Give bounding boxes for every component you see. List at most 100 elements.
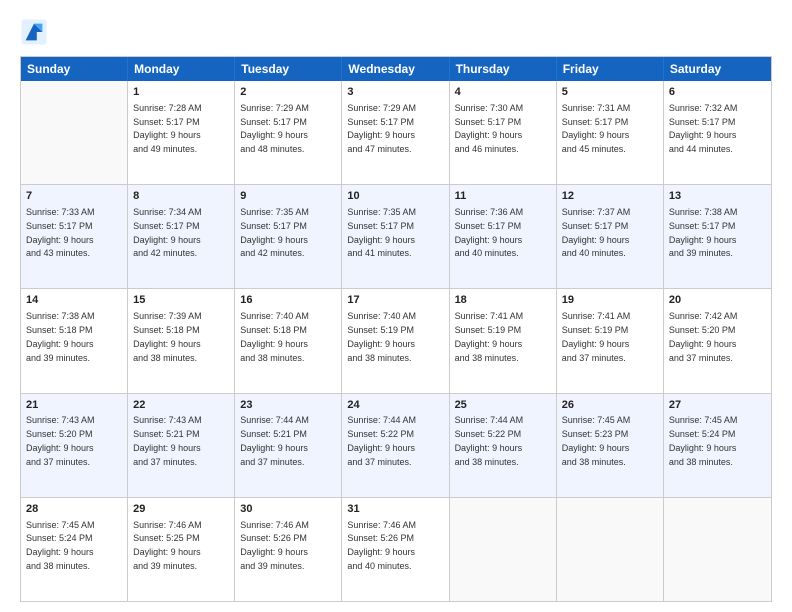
week-row-5: 28 Sunrise: 7:45 AMSunset: 5:24 PMDayligh… bbox=[21, 497, 771, 601]
cell-info: Sunrise: 7:44 AMSunset: 5:22 PMDaylight:… bbox=[347, 415, 416, 466]
day-number: 27 bbox=[669, 398, 766, 413]
logo-icon bbox=[20, 18, 48, 46]
day-cell-12: 12 Sunrise: 7:37 AMSunset: 5:17 PMDayligh… bbox=[557, 185, 664, 288]
day-number: 1 bbox=[133, 85, 229, 100]
cell-info: Sunrise: 7:34 AMSunset: 5:17 PMDaylight:… bbox=[133, 207, 202, 258]
day-number: 26 bbox=[562, 398, 658, 413]
cell-info: Sunrise: 7:46 AMSunset: 5:26 PMDaylight:… bbox=[347, 520, 416, 571]
day-number: 16 bbox=[240, 293, 336, 308]
cell-info: Sunrise: 7:44 AMSunset: 5:22 PMDaylight:… bbox=[455, 415, 524, 466]
day-cell-30: 30 Sunrise: 7:46 AMSunset: 5:26 PMDayligh… bbox=[235, 498, 342, 601]
day-header-tuesday: Tuesday bbox=[235, 57, 342, 81]
cell-info: Sunrise: 7:38 AMSunset: 5:18 PMDaylight:… bbox=[26, 311, 95, 362]
day-number: 25 bbox=[455, 398, 551, 413]
cell-info: Sunrise: 7:30 AMSunset: 5:17 PMDaylight:… bbox=[455, 103, 524, 154]
day-cell-8: 8Sunrise: 7:34 AMSunset: 5:17 PMDaylight… bbox=[128, 185, 235, 288]
day-number: 24 bbox=[347, 398, 443, 413]
day-cell-3: 3 Sunrise: 7:29 AMSunset: 5:17 PMDaylight… bbox=[342, 81, 449, 184]
calendar: SundayMondayTuesdayWednesdayThursdayFrid… bbox=[20, 56, 772, 602]
day-cell-4: 4 Sunrise: 7:30 AMSunset: 5:17 PMDaylight… bbox=[450, 81, 557, 184]
day-cell-9: 9 Sunrise: 7:35 AMSunset: 5:17 PMDaylight… bbox=[235, 185, 342, 288]
day-number: 29 bbox=[133, 502, 229, 517]
empty-cell bbox=[664, 498, 771, 601]
calendar-header: SundayMondayTuesdayWednesdayThursdayFrid… bbox=[21, 57, 771, 81]
day-cell-6: 6 Sunrise: 7:32 AMSunset: 5:17 PMDaylight… bbox=[664, 81, 771, 184]
day-number: 19 bbox=[562, 293, 658, 308]
day-cell-25: 25 Sunrise: 7:44 AMSunset: 5:22 PMDayligh… bbox=[450, 394, 557, 497]
day-cell-24: 24 Sunrise: 7:44 AMSunset: 5:22 PMDayligh… bbox=[342, 394, 449, 497]
day-cell-26: 26 Sunrise: 7:45 AMSunset: 5:23 PMDayligh… bbox=[557, 394, 664, 497]
cell-info: Sunrise: 7:29 AMSunset: 5:17 PMDaylight:… bbox=[240, 103, 309, 154]
header bbox=[20, 18, 772, 46]
cell-info: Sunrise: 7:41 AMSunset: 5:19 PMDaylight:… bbox=[455, 311, 524, 362]
cell-info: Sunrise: 7:45 AMSunset: 5:24 PMDaylight:… bbox=[669, 415, 738, 466]
day-header-thursday: Thursday bbox=[450, 57, 557, 81]
day-cell-20: 20 Sunrise: 7:42 AMSunset: 5:20 PMDayligh… bbox=[664, 289, 771, 392]
day-number: 2 bbox=[240, 85, 336, 100]
day-number: 6 bbox=[669, 85, 766, 100]
day-cell-14: 14 Sunrise: 7:38 AMSunset: 5:18 PMDayligh… bbox=[21, 289, 128, 392]
day-number: 7 bbox=[26, 189, 122, 204]
day-cell-10: 10 Sunrise: 7:35 AMSunset: 5:17 PMDayligh… bbox=[342, 185, 449, 288]
day-number: 14 bbox=[26, 293, 122, 308]
cell-info: Sunrise: 7:46 AMSunset: 5:25 PMDaylight:… bbox=[133, 520, 202, 571]
day-header-friday: Friday bbox=[557, 57, 664, 81]
day-header-wednesday: Wednesday bbox=[342, 57, 449, 81]
cell-info: Sunrise: 7:33 AMSunset: 5:17 PMDaylight:… bbox=[26, 207, 95, 258]
day-cell-7: 7 Sunrise: 7:33 AMSunset: 5:17 PMDaylight… bbox=[21, 185, 128, 288]
cell-info: Sunrise: 7:39 AMSunset: 5:18 PMDaylight:… bbox=[133, 311, 202, 362]
cell-info: Sunrise: 7:42 AMSunset: 5:20 PMDaylight:… bbox=[669, 311, 738, 362]
day-cell-31: 31Sunrise: 7:46 AMSunset: 5:26 PMDayligh… bbox=[342, 498, 449, 601]
week-row-2: 7 Sunrise: 7:33 AMSunset: 5:17 PMDaylight… bbox=[21, 184, 771, 288]
cell-info: Sunrise: 7:43 AMSunset: 5:21 PMDaylight:… bbox=[133, 415, 202, 466]
day-number: 10 bbox=[347, 189, 443, 204]
day-header-saturday: Saturday bbox=[664, 57, 771, 81]
week-row-1: 1 Sunrise: 7:28 AMSunset: 5:17 PMDaylight… bbox=[21, 81, 771, 184]
week-row-3: 14 Sunrise: 7:38 AMSunset: 5:18 PMDayligh… bbox=[21, 288, 771, 392]
day-cell-23: 23Sunrise: 7:44 AMSunset: 5:21 PMDayligh… bbox=[235, 394, 342, 497]
day-number: 20 bbox=[669, 293, 766, 308]
day-cell-5: 5 Sunrise: 7:31 AMSunset: 5:17 PMDaylight… bbox=[557, 81, 664, 184]
day-number: 9 bbox=[240, 189, 336, 204]
empty-cell bbox=[21, 81, 128, 184]
day-number: 15 bbox=[133, 293, 229, 308]
cell-info: Sunrise: 7:46 AMSunset: 5:26 PMDaylight:… bbox=[240, 520, 309, 571]
day-cell-29: 29 Sunrise: 7:46 AMSunset: 5:25 PMDayligh… bbox=[128, 498, 235, 601]
cell-info: Sunrise: 7:43 AMSunset: 5:20 PMDaylight:… bbox=[26, 415, 95, 466]
day-cell-11: 11Sunrise: 7:36 AMSunset: 5:17 PMDayligh… bbox=[450, 185, 557, 288]
day-cell-13: 13Sunrise: 7:38 AMSunset: 5:17 PMDayligh… bbox=[664, 185, 771, 288]
day-number: 4 bbox=[455, 85, 551, 100]
day-cell-17: 17Sunrise: 7:40 AMSunset: 5:19 PMDayligh… bbox=[342, 289, 449, 392]
day-cell-19: 19 Sunrise: 7:41 AMSunset: 5:19 PMDayligh… bbox=[557, 289, 664, 392]
cell-info: Sunrise: 7:28 AMSunset: 5:17 PMDaylight:… bbox=[133, 103, 202, 154]
day-number: 28 bbox=[26, 502, 122, 517]
cell-info: Sunrise: 7:45 AMSunset: 5:24 PMDaylight:… bbox=[26, 520, 95, 571]
empty-cell bbox=[557, 498, 664, 601]
cell-info: Sunrise: 7:37 AMSunset: 5:17 PMDaylight:… bbox=[562, 207, 631, 258]
calendar-body: 1 Sunrise: 7:28 AMSunset: 5:17 PMDaylight… bbox=[21, 81, 771, 601]
week-row-4: 21 Sunrise: 7:43 AMSunset: 5:20 PMDayligh… bbox=[21, 393, 771, 497]
day-number: 12 bbox=[562, 189, 658, 204]
empty-cell bbox=[450, 498, 557, 601]
cell-info: Sunrise: 7:32 AMSunset: 5:17 PMDaylight:… bbox=[669, 103, 738, 154]
day-cell-2: 2 Sunrise: 7:29 AMSunset: 5:17 PMDaylight… bbox=[235, 81, 342, 184]
day-cell-22: 22Sunrise: 7:43 AMSunset: 5:21 PMDayligh… bbox=[128, 394, 235, 497]
cell-info: Sunrise: 7:31 AMSunset: 5:17 PMDaylight:… bbox=[562, 103, 631, 154]
day-number: 17 bbox=[347, 293, 443, 308]
cell-info: Sunrise: 7:45 AMSunset: 5:23 PMDaylight:… bbox=[562, 415, 631, 466]
cell-info: Sunrise: 7:40 AMSunset: 5:18 PMDaylight:… bbox=[240, 311, 309, 362]
day-number: 3 bbox=[347, 85, 443, 100]
day-cell-21: 21 Sunrise: 7:43 AMSunset: 5:20 PMDayligh… bbox=[21, 394, 128, 497]
day-number: 30 bbox=[240, 502, 336, 517]
cell-info: Sunrise: 7:29 AMSunset: 5:17 PMDaylight:… bbox=[347, 103, 416, 154]
cell-info: Sunrise: 7:41 AMSunset: 5:19 PMDaylight:… bbox=[562, 311, 631, 362]
day-number: 5 bbox=[562, 85, 658, 100]
cell-info: Sunrise: 7:36 AMSunset: 5:17 PMDaylight:… bbox=[455, 207, 524, 258]
cell-info: Sunrise: 7:38 AMSunset: 5:17 PMDaylight:… bbox=[669, 207, 738, 258]
day-cell-16: 16 Sunrise: 7:40 AMSunset: 5:18 PMDayligh… bbox=[235, 289, 342, 392]
cell-info: Sunrise: 7:35 AMSunset: 5:17 PMDaylight:… bbox=[240, 207, 309, 258]
day-cell-28: 28 Sunrise: 7:45 AMSunset: 5:24 PMDayligh… bbox=[21, 498, 128, 601]
day-cell-18: 18Sunrise: 7:41 AMSunset: 5:19 PMDayligh… bbox=[450, 289, 557, 392]
day-number: 21 bbox=[26, 398, 122, 413]
cell-info: Sunrise: 7:35 AMSunset: 5:17 PMDaylight:… bbox=[347, 207, 416, 258]
